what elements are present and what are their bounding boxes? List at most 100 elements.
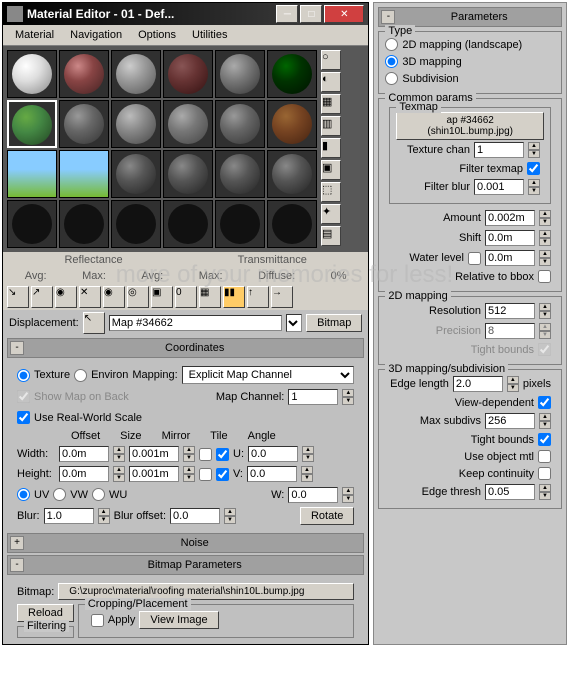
real-world-check[interactable]: Use Real-World Scale (17, 409, 142, 426)
filter-blur-input[interactable] (474, 179, 524, 195)
apply-check[interactable]: Apply (91, 612, 136, 629)
material-id-icon[interactable]: 0 (175, 286, 197, 308)
material-slot[interactable] (7, 150, 57, 198)
rotate-button[interactable]: Rotate (300, 507, 354, 525)
subdivision-radio[interactable]: Subdivision (385, 70, 555, 87)
material-slot[interactable] (59, 100, 109, 148)
spinner[interactable]: ▲▼ (301, 466, 313, 482)
spinner[interactable]: ▲▼ (342, 487, 354, 503)
height-tile-check[interactable] (216, 468, 229, 481)
2d-mapping-radio[interactable]: 2D mapping (landscape) (385, 36, 555, 53)
go-to-parent-icon[interactable]: ↑ (247, 286, 269, 308)
wu-radio[interactable]: WU (92, 486, 127, 503)
material-slot[interactable] (59, 200, 109, 248)
make-copy-icon[interactable]: ◉ (103, 286, 125, 308)
backlight-icon[interactable]: ◐ (321, 72, 341, 92)
width-mirror-check[interactable] (199, 448, 212, 461)
make-preview-icon[interactable]: ▣ (321, 160, 341, 180)
view-dependent-check[interactable] (538, 396, 551, 409)
put-to-scene-icon[interactable]: ↗ (31, 286, 53, 308)
spinner[interactable]: ▲▼ (302, 446, 314, 462)
spinner[interactable]: ▲▼ (183, 446, 195, 462)
spinner[interactable]: ▲▼ (183, 466, 195, 482)
uv-radio[interactable]: UV (17, 486, 49, 503)
map-type-button[interactable]: Bitmap (306, 314, 362, 332)
material-slot[interactable] (267, 150, 317, 198)
close-button[interactable]: ✕ (324, 5, 364, 23)
u-angle-input[interactable] (248, 446, 298, 462)
show-end-result-icon[interactable]: ▮▮ (223, 286, 245, 308)
spinner[interactable]: ▲▼ (507, 376, 519, 392)
material-slot[interactable] (267, 100, 317, 148)
edge-length-input[interactable] (453, 376, 503, 392)
height-mirror-check[interactable] (199, 468, 212, 481)
spinner[interactable]: ▲▼ (528, 179, 540, 195)
assign-selection-icon[interactable]: ◉ (55, 286, 77, 308)
material-slot[interactable] (111, 50, 161, 98)
rollup-expand-icon[interactable]: + (10, 536, 24, 550)
shift-input[interactable] (485, 230, 535, 246)
material-slot[interactable] (215, 50, 265, 98)
spinner[interactable]: ▲▼ (113, 446, 125, 462)
spinner[interactable]: ▲▼ (539, 210, 551, 226)
edge-thresh-input[interactable] (485, 484, 535, 500)
3d-mapping-radio[interactable]: 3D mapping (385, 53, 555, 70)
spinner[interactable]: ▲▼ (539, 413, 551, 429)
go-forward-icon[interactable]: → (271, 286, 293, 308)
material-slot[interactable] (7, 200, 57, 248)
pick-map-icon[interactable]: ↖ (83, 312, 105, 334)
height-offset-input[interactable] (59, 466, 109, 482)
water-level-check[interactable] (468, 252, 481, 265)
blur-offset-input[interactable] (170, 508, 220, 524)
v-angle-input[interactable] (247, 466, 297, 482)
put-to-library-icon[interactable]: ▣ (151, 286, 173, 308)
material-map-icon[interactable]: ▤ (321, 226, 341, 246)
menu-options[interactable]: Options (130, 27, 184, 43)
amount-input[interactable] (485, 210, 535, 226)
sample-uv-icon[interactable]: ▥ (321, 116, 341, 136)
height-size-input[interactable] (129, 466, 179, 482)
video-color-icon[interactable]: ▮ (321, 138, 341, 158)
show-in-viewport-icon[interactable]: ▦ (199, 286, 221, 308)
environ-radio[interactable]: Environ (74, 367, 128, 384)
view-image-button[interactable]: View Image (139, 611, 218, 629)
rollup-collapse-icon[interactable]: - (381, 10, 395, 24)
material-slot[interactable] (111, 200, 161, 248)
spinner[interactable]: ▲▼ (539, 230, 551, 246)
menu-material[interactable]: Material (7, 27, 62, 43)
menu-utilities[interactable]: Utilities (184, 27, 235, 43)
select-by-material-icon[interactable]: ✦ (321, 204, 341, 224)
material-slot[interactable] (59, 150, 109, 198)
titlebar[interactable]: Material Editor - 01 - Def... ─ □ ✕ (3, 3, 368, 25)
background-icon[interactable]: ▦ (321, 94, 341, 114)
rollup-collapse-icon[interactable]: - (10, 341, 24, 355)
noise-rollup-header[interactable]: + Noise (7, 533, 364, 553)
resolution-input[interactable] (485, 303, 535, 319)
tight-bounds-3d-check[interactable] (538, 433, 551, 446)
material-slot[interactable] (163, 200, 213, 248)
texmap-button[interactable]: ap #34662 (shin10L.bump.jpg) (396, 112, 544, 140)
spinner[interactable]: ▲▼ (528, 142, 540, 158)
texture-chan-input[interactable] (474, 142, 524, 158)
spinner[interactable]: ▲▼ (98, 508, 110, 524)
mapping-select[interactable]: Explicit Map Channel (182, 366, 355, 384)
parameters-header[interactable]: - Parameters (378, 7, 562, 27)
keep-continuity-check[interactable] (538, 467, 551, 480)
menu-navigation[interactable]: Navigation (62, 27, 130, 43)
texture-radio[interactable]: Texture (17, 367, 70, 384)
sample-type-icon[interactable]: ○ (321, 50, 341, 70)
material-slot[interactable] (267, 200, 317, 248)
material-slot[interactable] (163, 100, 213, 148)
material-slot[interactable] (163, 150, 213, 198)
spinner[interactable]: ▲▼ (539, 303, 551, 319)
material-slot[interactable] (215, 150, 265, 198)
map-name-dropdown[interactable] (286, 314, 302, 332)
bitmap-params-rollup-header[interactable]: - Bitmap Parameters (7, 555, 364, 575)
water-level-input[interactable] (485, 250, 535, 266)
filter-texmap-check[interactable] (527, 162, 540, 175)
get-material-icon[interactable]: ↘ (7, 286, 29, 308)
minimize-button[interactable]: ─ (276, 5, 298, 23)
make-unique-icon[interactable]: ◎ (127, 286, 149, 308)
width-offset-input[interactable] (59, 446, 109, 462)
width-tile-check[interactable] (216, 448, 229, 461)
